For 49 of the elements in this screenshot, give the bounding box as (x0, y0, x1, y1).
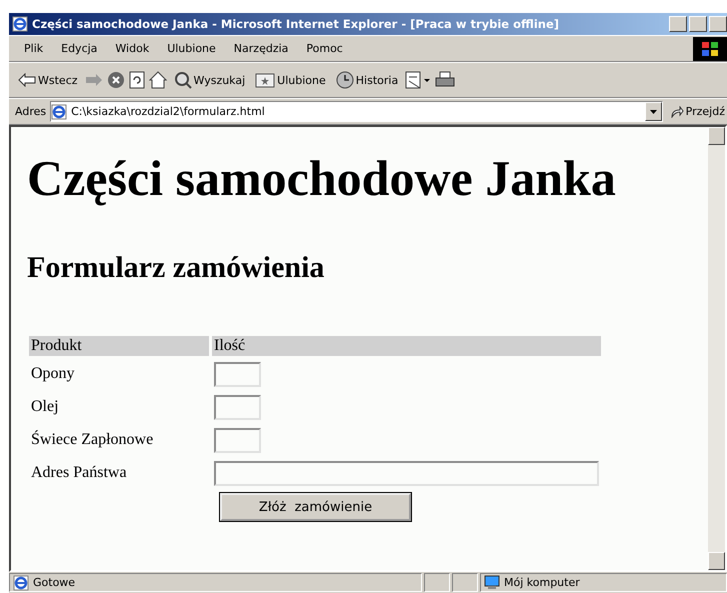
toolbar-button[interactable]: Wyszukaj (170, 71, 248, 89)
close-button[interactable] (709, 16, 727, 32)
address-label: Adres (15, 105, 46, 118)
status-panel (424, 573, 450, 592)
row-label: Opony (30, 364, 76, 384)
caret-icon (650, 110, 657, 114)
arrow-icon (670, 106, 684, 118)
windows-logo-icon (693, 36, 727, 60)
back-arrow-icon (18, 73, 36, 87)
search-icon (174, 71, 192, 89)
status-panel (452, 573, 478, 592)
page-heading: Części samochodowe Janka (27, 149, 617, 207)
page-icon (13, 574, 29, 590)
zone-indicator: Mój komputer (480, 573, 727, 592)
menu-item[interactable]: Widok (106, 42, 158, 55)
minimize-button[interactable] (669, 16, 687, 32)
quantity-field[interactable] (214, 460, 599, 486)
menu-item[interactable]: Plik (15, 42, 52, 55)
menu-item[interactable]: Pomoc (297, 42, 352, 55)
menu-item[interactable]: Narzędzia (224, 42, 298, 55)
clock-icon (336, 71, 354, 89)
window-title: Części samochodowe Janka - Microsoft Internet Explorer - [Praca w trybie offline] (32, 17, 560, 31)
row-label: Adres Państwa (30, 463, 128, 483)
home-icon[interactable] (148, 71, 167, 89)
page-icon (51, 104, 68, 120)
quantity-field[interactable] (214, 394, 261, 420)
row-label: Olej (30, 397, 60, 417)
submit-button[interactable]: Złóż zamówienie (220, 493, 411, 521)
toolbar-button[interactable]: Historia (332, 71, 402, 89)
dropdown-button[interactable] (644, 102, 662, 121)
column-header: Produkt (29, 336, 209, 356)
menu-item[interactable]: Ulubione (158, 42, 225, 55)
address-field[interactable]: C:\ksiazka\rozdzial2\formularz.html (50, 101, 663, 122)
row-label: Świece Zapłonowe (30, 429, 154, 450)
menu-item[interactable]: Edycja (52, 42, 106, 55)
refresh-icon[interactable] (128, 71, 145, 89)
toolbar-button[interactable]: Wstecz (15, 73, 81, 87)
scrollbar[interactable] (708, 127, 725, 570)
stop-icon[interactable] (106, 71, 125, 89)
go-button[interactable]: Przejdź (666, 105, 727, 118)
ie-icon (12, 16, 28, 32)
column-header: Ilość (212, 336, 601, 356)
quantity-field[interactable] (214, 428, 261, 452)
maximize-button[interactable] (689, 16, 707, 32)
toolbar-button[interactable]: Ulubione (252, 72, 329, 88)
quantity-field[interactable] (214, 362, 261, 386)
status-text: Gotowe (9, 573, 422, 592)
printer-icon[interactable] (435, 71, 456, 89)
form-heading: Formularz zamówienia (27, 251, 326, 285)
